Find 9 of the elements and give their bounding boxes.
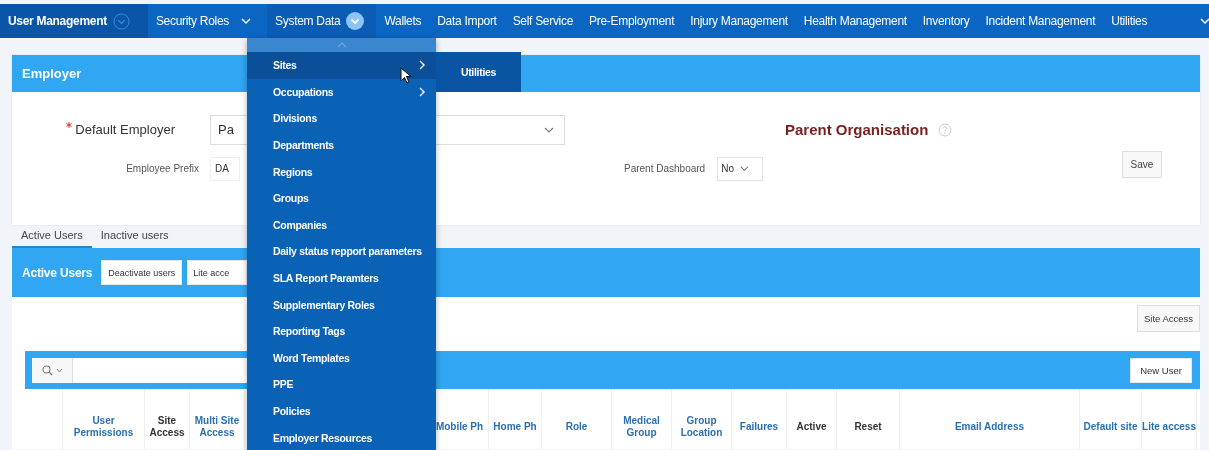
field-label: Employee Prefix: [125, 163, 200, 174]
section-title: Parent Organisation: [785, 121, 929, 138]
field-label: Parent Dashboard: [624, 163, 706, 174]
field-label: Default Employer: [12, 122, 210, 137]
column-header: Active: [787, 389, 837, 449]
card-title: Employer: [22, 66, 82, 81]
column-header: Reset: [837, 389, 900, 449]
panel-title: Active Users: [22, 265, 93, 280]
column-header: Site Access: [145, 389, 190, 449]
